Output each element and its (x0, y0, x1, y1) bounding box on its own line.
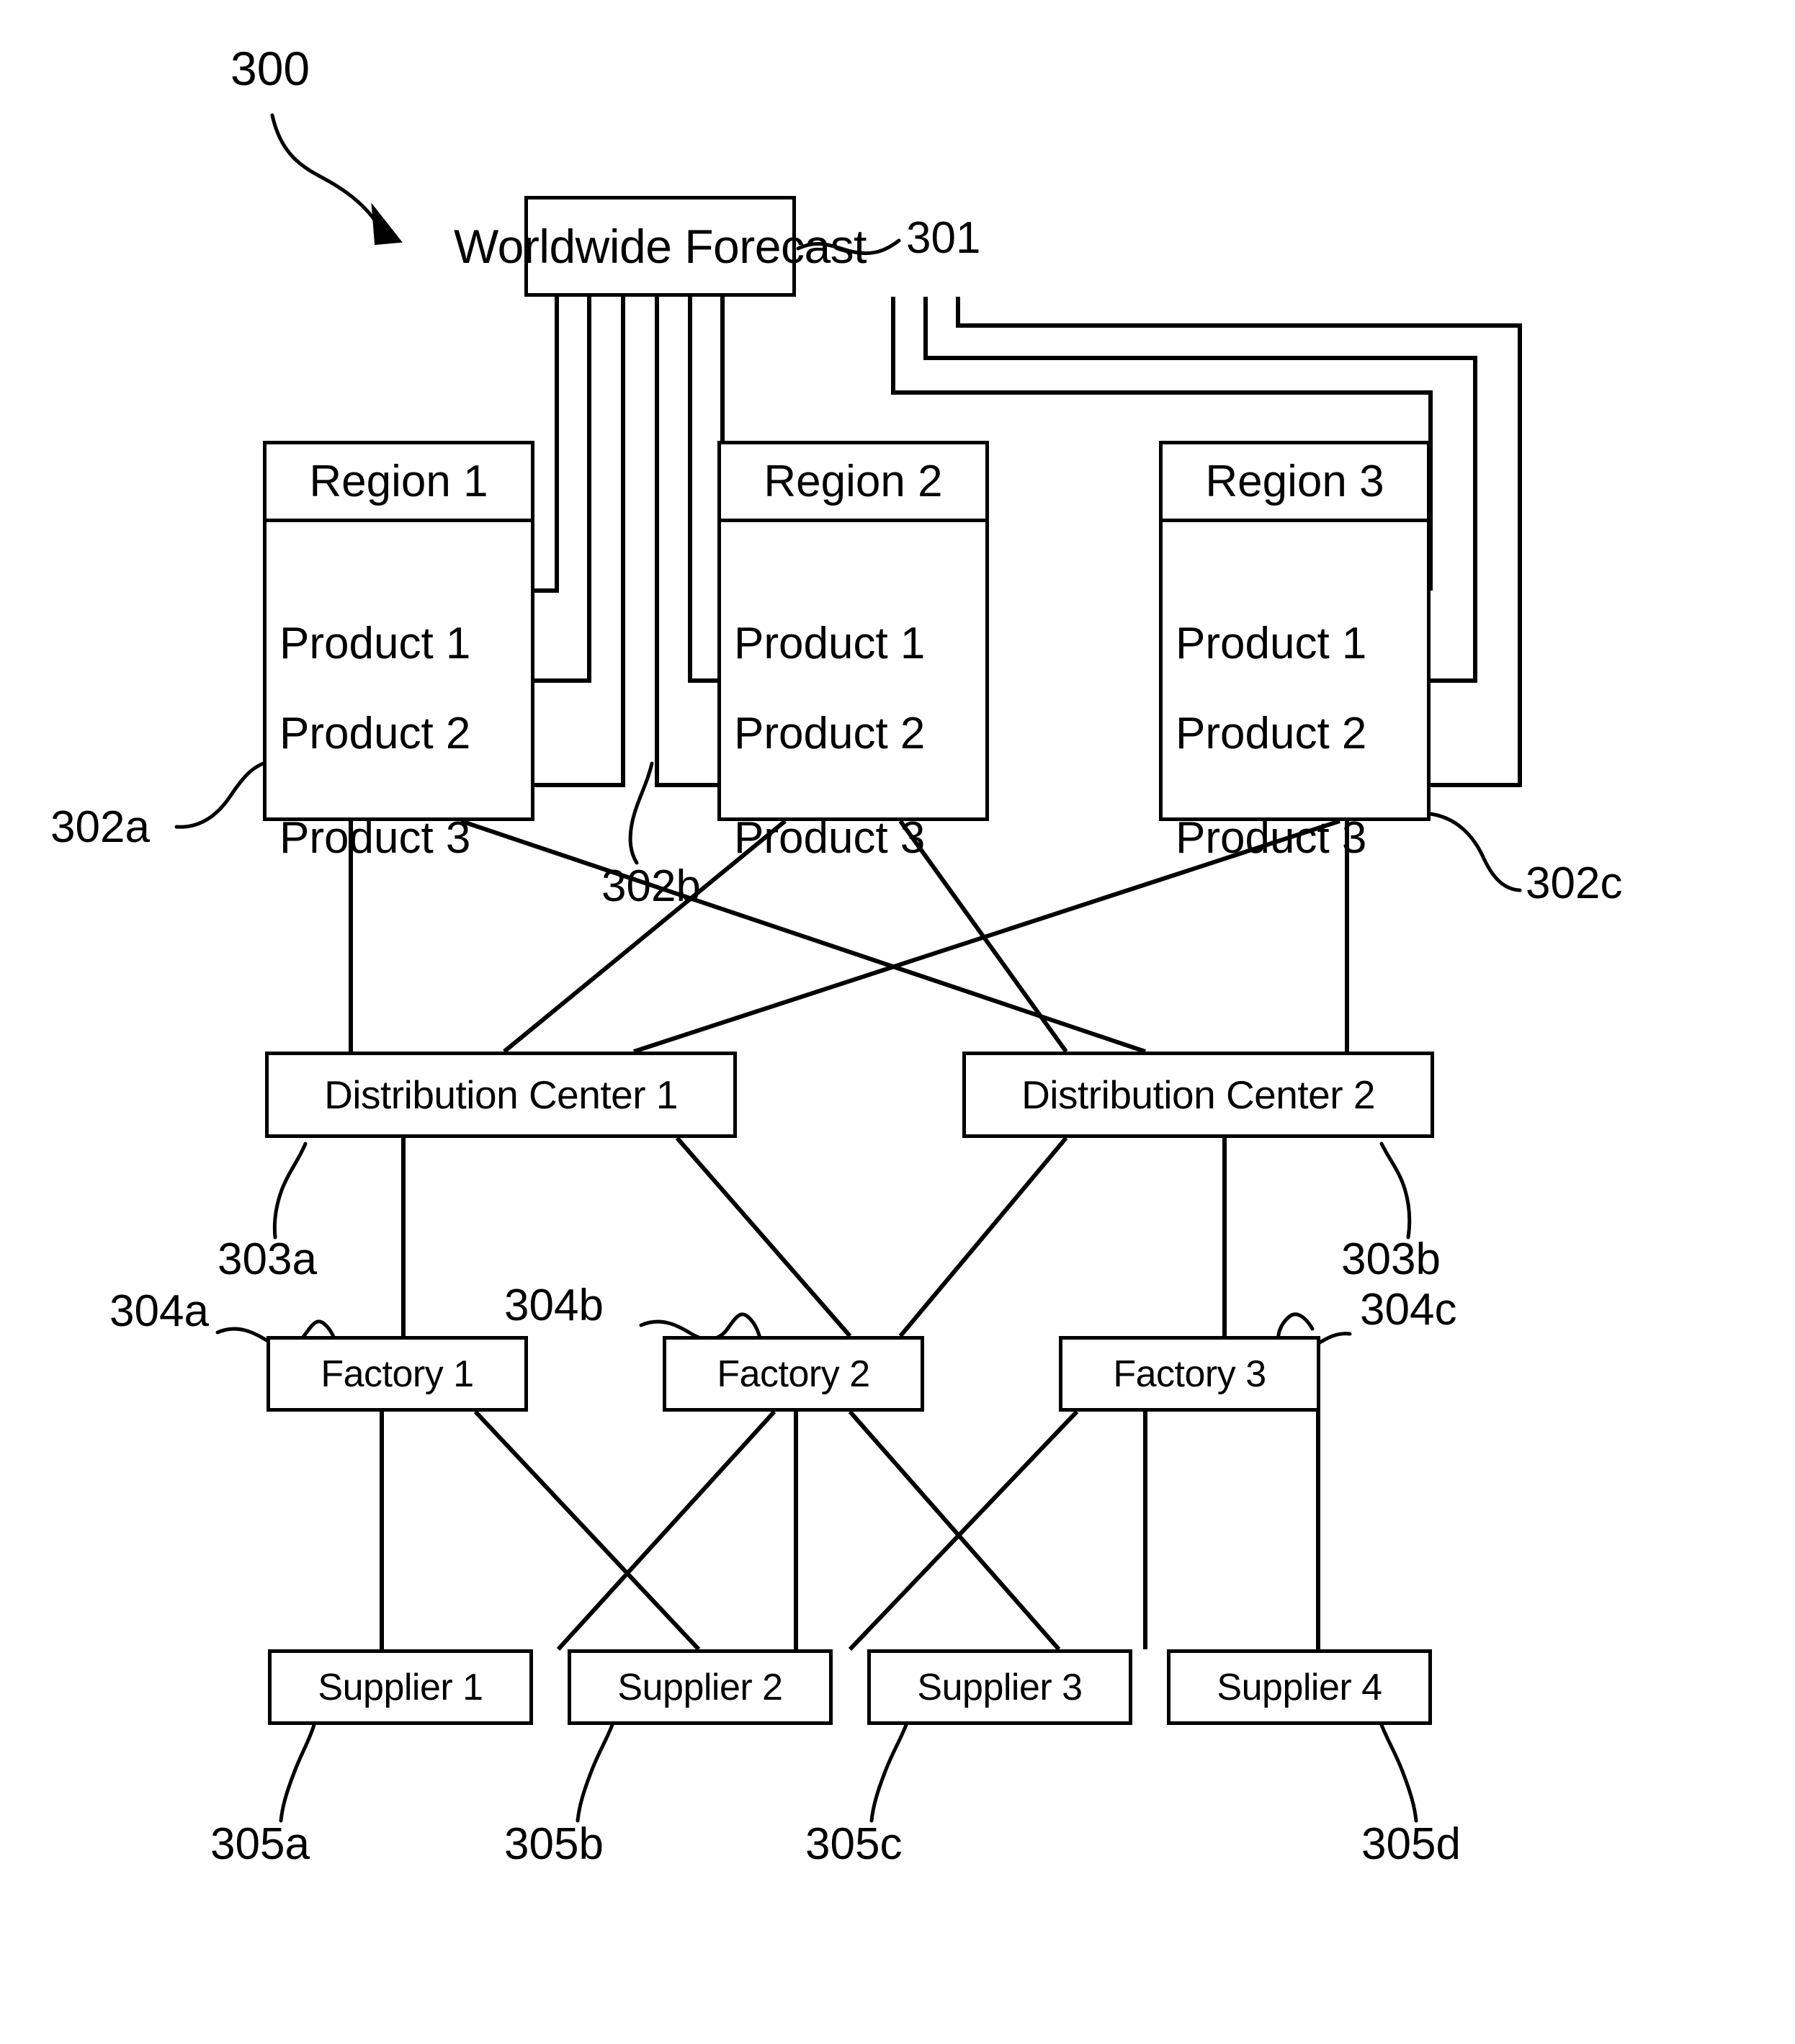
region-2-product-3-label: Product 3 (734, 812, 926, 863)
connector-layer (174, 113, 1522, 1823)
ref-numeral-304c: 304c (1360, 1285, 1457, 1335)
leader-302a (174, 760, 270, 829)
wire-dc1-f2 (675, 1137, 852, 1337)
region-2-product-3[interactable]: Product 3 (721, 809, 985, 866)
supplier-3-label: Supplier 3 (917, 1666, 1083, 1708)
leader-300 (270, 113, 384, 233)
leader-302c (1428, 812, 1522, 892)
region-2-header: Region 2 (721, 444, 985, 522)
region-1-product-2[interactable]: Product 2 (267, 704, 531, 762)
ref-numeral-305b: 305b (504, 1819, 604, 1869)
region-1-product-3[interactable]: Product 3 (267, 809, 531, 866)
wire-wf-r2-p2 (688, 297, 717, 683)
region-2-product-1-label: Product 1 (734, 618, 926, 668)
region-3-products: Product 1 Product 2 Product 3 (1163, 522, 1427, 863)
ref-numeral-303b: 303b (1341, 1234, 1441, 1284)
leader-305a (279, 1723, 316, 1823)
node-supplier-1[interactable]: Supplier 1 (268, 1649, 533, 1725)
wire-wf-r1-p1 (534, 297, 559, 593)
supplier-4-label: Supplier 4 (1217, 1666, 1382, 1708)
factory-3-label: Factory 3 (1113, 1353, 1266, 1395)
ref-numeral-304a: 304a (109, 1286, 209, 1336)
worldwide-forecast-label: Worldwide Forecast (454, 220, 867, 273)
region-2-products: Product 1 Product 2 Product 3 (721, 522, 985, 863)
node-distribution-center-1[interactable]: Distribution Center 1 (265, 1052, 737, 1138)
region-3-product-1-label: Product 1 (1176, 618, 1367, 668)
wire-dc2-f2 (898, 1137, 1068, 1337)
ref-numeral-302a: 302a (50, 802, 150, 852)
region-3-product-1[interactable]: Product 1 (1163, 614, 1427, 672)
arrowhead-300 (371, 202, 403, 246)
leader-302b (628, 761, 654, 865)
wire-f2-s1 (556, 1409, 776, 1651)
ref-numeral-305c: 305c (805, 1819, 903, 1869)
wire-wf-r1-p2 (534, 297, 591, 683)
region-1-products: Product 1 Product 2 Product 3 (267, 522, 531, 863)
ref-numeral-300: 300 (230, 42, 310, 95)
patent-figure-300: 300 Worldwide Forecast 301 Region 1 Prod… (0, 0, 1795, 2044)
ref-numeral-303a: 303a (218, 1234, 317, 1284)
node-factory-2[interactable]: Factory 2 (663, 1336, 924, 1412)
region-1-header-label: Region 1 (309, 457, 488, 506)
region-3-product-3[interactable]: Product 3 (1163, 809, 1427, 866)
region-1-header: Region 1 (267, 444, 531, 522)
ref-numeral-301: 301 (906, 213, 981, 263)
region-1-product-2-label: Product 2 (279, 708, 471, 758)
supplier-1-label: Supplier 1 (318, 1666, 483, 1708)
wire-f2-s3 (848, 1410, 1061, 1651)
node-factory-3[interactable]: Factory 3 (1059, 1336, 1320, 1412)
leader-305d (1379, 1723, 1418, 1823)
ref-numeral-302b: 302b (601, 861, 701, 911)
leader-305c (869, 1723, 908, 1823)
factory-2-label: Factory 2 (717, 1353, 870, 1395)
node-distribution-center-2[interactable]: Distribution Center 2 (962, 1052, 1434, 1138)
ref-numeral-305d: 305d (1361, 1819, 1461, 1869)
supplier-2-label: Supplier 2 (617, 1666, 783, 1708)
node-supplier-3[interactable]: Supplier 3 (867, 1649, 1132, 1725)
region-3-header: Region 3 (1163, 444, 1427, 522)
region-2-product-2[interactable]: Product 2 (721, 704, 985, 762)
region-2-product-1[interactable]: Product 1 (721, 614, 985, 672)
node-worldwide-forecast[interactable]: Worldwide Forecast (454, 196, 867, 297)
node-region-1[interactable]: Region 1 Product 1 Product 2 Product 3 (263, 441, 534, 863)
wire-wf-r2-p3 (655, 297, 717, 787)
node-region-3[interactable]: Region 3 Product 1 Product 2 Product 3 (1159, 441, 1431, 863)
node-supplier-2[interactable]: Supplier 2 (568, 1649, 833, 1725)
distribution-center-2-label: Distribution Center 2 (1021, 1072, 1375, 1117)
ref-numeral-304b: 304b (504, 1281, 604, 1330)
wire-f1-s2 (473, 1409, 701, 1651)
region-3-product-2[interactable]: Product 2 (1163, 704, 1427, 762)
leader-303a (272, 1142, 308, 1240)
leader-305b (576, 1723, 614, 1823)
region-2-product-2-label: Product 2 (734, 708, 926, 758)
region-1-product-1[interactable]: Product 1 (267, 614, 531, 672)
wire-f3-s2 (848, 1409, 1079, 1651)
region-1-product-1-label: Product 1 (279, 618, 471, 668)
distribution-center-1-label: Distribution Center 1 (324, 1072, 678, 1117)
node-region-2[interactable]: Region 2 Product 1 Product 2 Product 3 (717, 441, 989, 863)
region-3-product-2-label: Product 2 (1176, 708, 1367, 758)
ref-numeral-302c: 302c (1526, 859, 1623, 908)
ref-numeral-305a: 305a (210, 1819, 310, 1869)
wire-wf-r1-p3 (534, 297, 625, 787)
region-3-product-3-label: Product 3 (1176, 812, 1367, 863)
leader-303b (1379, 1142, 1412, 1240)
node-factory-1[interactable]: Factory 1 (267, 1336, 528, 1412)
factory-1-label: Factory 1 (321, 1353, 474, 1395)
region-1-product-3-label: Product 3 (279, 812, 471, 863)
region-2-header-label: Region 2 (764, 457, 943, 506)
node-supplier-4[interactable]: Supplier 4 (1167, 1649, 1432, 1725)
region-3-header-label: Region 3 (1205, 457, 1384, 506)
